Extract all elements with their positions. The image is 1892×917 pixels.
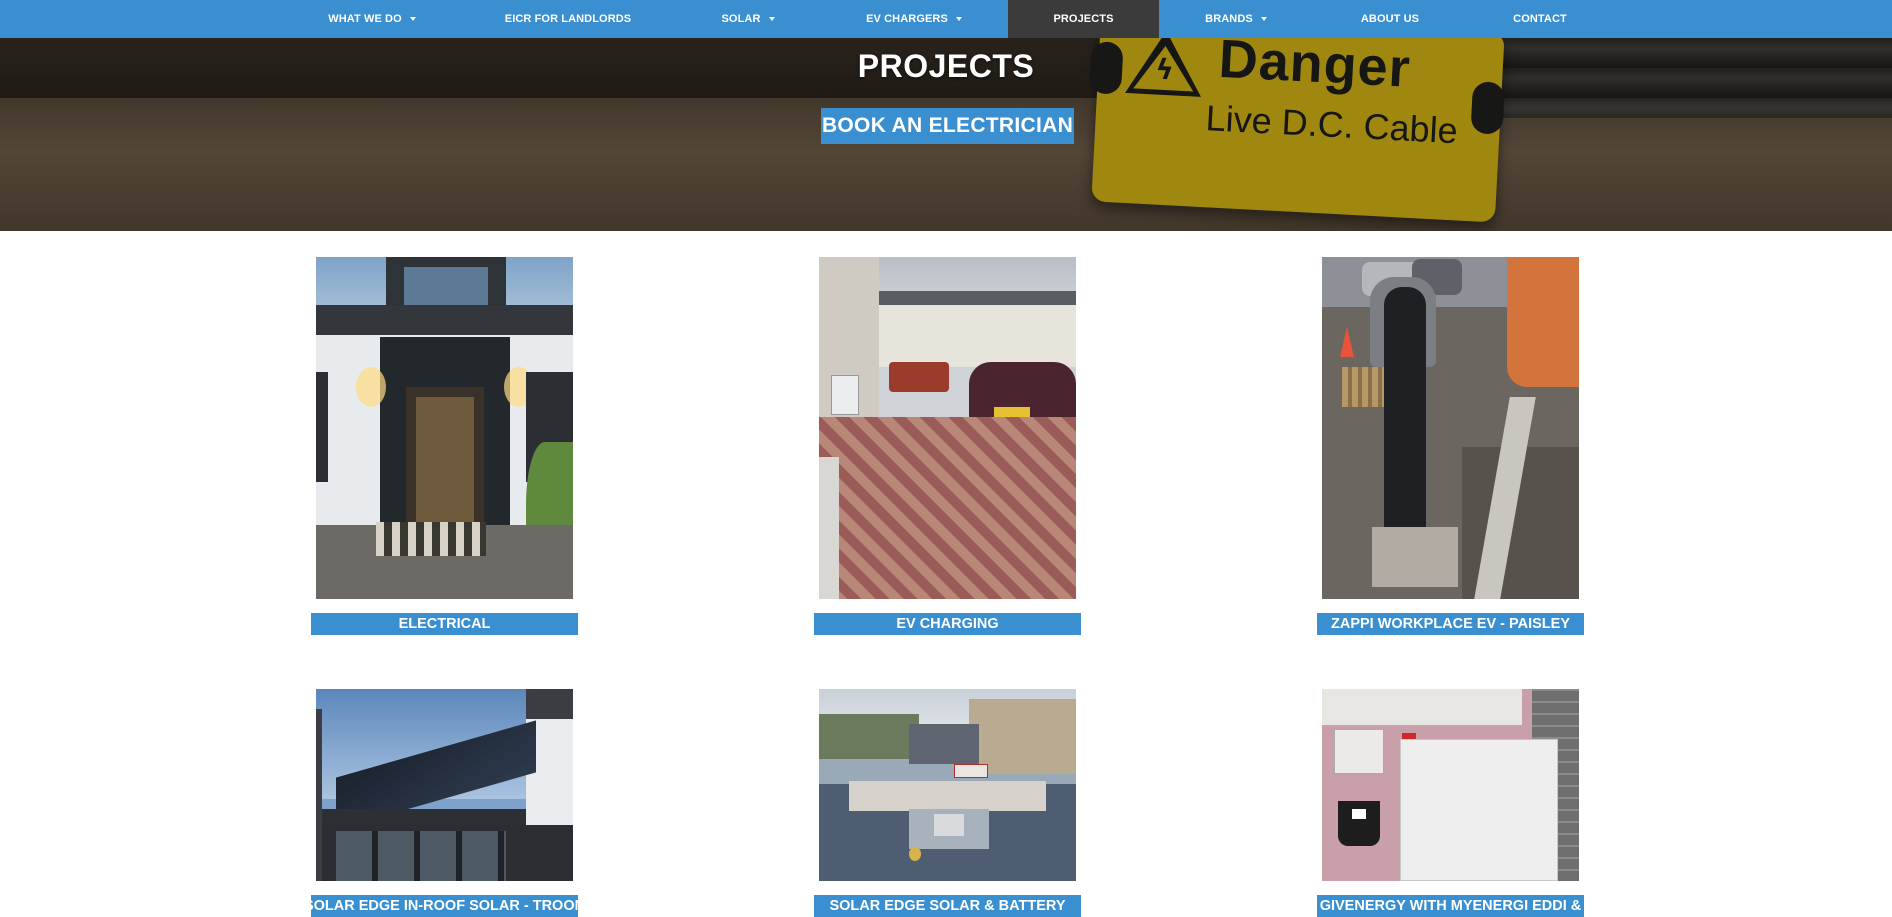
hero-banner: ϟ Danger Live D.C. Cable PROJECTS BOOK A… (0, 38, 1892, 231)
book-electrician-button[interactable]: BOOK AN ELECTRICIAN (821, 108, 1074, 144)
project-image-ev-charging[interactable] (819, 257, 1076, 599)
project-label-electrical[interactable]: ELECTRICAL (311, 613, 578, 635)
nav-item-label: SOLAR (721, 13, 761, 25)
project-image-solar-edge-battery[interactable] (819, 689, 1076, 881)
chevron-down-icon (409, 17, 416, 21)
nav-item-brands[interactable]: BRANDS (1194, 0, 1278, 38)
nav-item-ev-chargers[interactable]: EV CHARGERS (856, 0, 972, 38)
nav-item-projects[interactable]: PROJECTS (1008, 0, 1159, 38)
nav-item-what-we-do[interactable]: WHAT WE DO (310, 0, 434, 38)
chevron-down-icon (955, 17, 962, 21)
nav-item-label: EV CHARGERS (866, 13, 948, 25)
project-image-zappi-workplace[interactable] (1322, 257, 1579, 599)
project-label-ev-charging[interactable]: EV CHARGING (814, 613, 1081, 635)
main-navigation: WHAT WE DO EICR FOR LANDLORDS SOLAR EV C… (0, 0, 1892, 38)
nav-item-label: ABOUT US (1360, 13, 1420, 25)
project-image-givenergy-battery[interactable] (1322, 689, 1579, 881)
chevron-down-icon (768, 17, 775, 21)
nav-item-label: PROJECTS (1053, 13, 1114, 25)
nav-item-about-us[interactable]: ABOUT US (1350, 0, 1430, 38)
page-title: PROJECTS (857, 48, 1035, 84)
project-image-electrical[interactable] (316, 257, 573, 599)
nav-item-solar[interactable]: SOLAR (704, 0, 792, 38)
project-label-solar-edge-battery[interactable]: SOLAR EDGE SOLAR & BATTERY (814, 895, 1081, 917)
nav-item-eicr-for-landlords[interactable]: EICR FOR LANDLORDS (498, 0, 638, 38)
nav-item-label: CONTACT (1513, 13, 1567, 25)
project-label-zappi-workplace[interactable]: ZAPPI WORKPLACE EV - PAISLEY (1317, 613, 1584, 635)
nav-item-label: BRANDS (1205, 13, 1253, 25)
project-label-givenergy-battery[interactable]: GIVENERGY WITH MYENERGI EDDI & (1317, 895, 1584, 917)
nav-item-label: EICR FOR LANDLORDS (504, 13, 632, 25)
nav-item-label: WHAT WE DO (328, 13, 402, 25)
project-image-solar-edge-in-roof[interactable] (316, 689, 573, 881)
project-label-solar-edge-in-roof[interactable]: SOLAR EDGE IN-ROOF SOLAR - TROON (311, 895, 578, 917)
nav-item-contact[interactable]: CONTACT (1500, 0, 1580, 38)
chevron-down-icon (1260, 17, 1267, 21)
